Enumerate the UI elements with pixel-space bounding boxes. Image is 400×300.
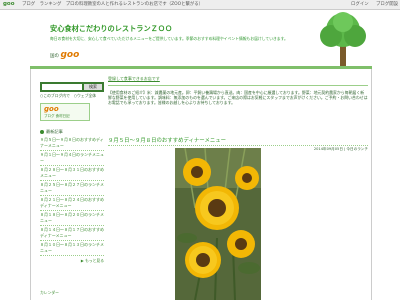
recent-post-link[interactable]: ８月１４日〜８月１７日のおすすめディナーメニュー (40, 226, 104, 241)
goo-blog-banner[interactable]: goo ブログ 食材日記 (40, 103, 90, 121)
search-scope-options[interactable]: ○このブログ内で ○ウェブ全体 (40, 93, 104, 99)
sunflower-large (195, 186, 239, 230)
recent-posts-heading: 最新記事 (40, 128, 104, 136)
recent-post-link[interactable]: ９月５日〜９月８日のおすすめディナーメニュー (40, 136, 104, 151)
more-posts-link[interactable]: ▶ もっと見る (40, 258, 104, 264)
frame-border-right (371, 69, 372, 300)
sidebar: 検索 ○このブログ内で ○ウェブ全体 goo ブログ 食材日記 最新記事 ９月５… (40, 82, 104, 264)
goo-logo-prefix: 国の (50, 54, 59, 59)
goo-logo[interactable]: 国の goo (50, 50, 79, 60)
sunflower-right (235, 166, 259, 190)
login-link[interactable]: ログイン (351, 2, 369, 7)
site-description: 毎日の食材を大切に、安心して食べていただけるメニューをご提供しています。季節のお… (50, 36, 288, 41)
post-title[interactable]: ９月５日〜９月８日のおすすめディナーメニュー (108, 136, 368, 146)
sunflower-photo (175, 148, 261, 300)
topbar-links: ログイン ブログ開設 (345, 0, 398, 9)
bullet-icon (40, 130, 44, 134)
banner-brand: goo (44, 105, 59, 113)
sidebar-bottom-label: カレンダー (40, 290, 59, 295)
blog-create-link[interactable]: ブログ開設 (376, 2, 398, 7)
site-title[interactable]: 安心食材こだわりのレストランＺＯＯ (50, 24, 172, 34)
tree-illustration-icon (320, 12, 366, 68)
top-navigation-bar: goo ブログ ランキング プロの料理教室の人と作れるレストランのお店です（ZO… (0, 0, 400, 10)
header-divider (30, 66, 372, 69)
sunflower-bottom (185, 242, 221, 278)
search-box: 検索 (40, 82, 104, 92)
recent-posts-heading-label: 最新記事 (46, 129, 63, 134)
recent-post-link[interactable]: ８月２５日〜８月２７日のランチメニュー (40, 181, 104, 196)
recent-post-link[interactable]: ８月１０日〜８月１３日のランチメニュー (40, 241, 104, 256)
recent-post-link[interactable]: ８月１８日〜８月２０日のランチメニュー (40, 211, 104, 226)
topbar-text: ブログ ランキング プロの料理教室の人と作れるレストランのお店です（ZOOと繋が… (22, 2, 204, 7)
search-input[interactable] (42, 84, 82, 90)
goo-logo-small[interactable]: goo (3, 1, 15, 8)
banner-subtitle: ブログ 食材日記 (44, 114, 70, 118)
sunflower-bottom-right (227, 230, 255, 258)
recent-post-link[interactable]: ８月２８日〜８月３１日のおすすめメニュー (40, 166, 104, 181)
ingredient-notice: 【使用食材のご紹介】米：減農薬の地元産。卵：平飼い養鶏場から直送。肉：国産を中心… (108, 90, 368, 106)
blog-header: 安心食材こだわりのレストランＺＯＯ 毎日の食材を大切に、安心して食べていただける… (30, 10, 372, 68)
frame-border-left (30, 69, 31, 300)
recent-post-link[interactable]: ８月２１日〜８月２４日のおすすめディナーメニュー (40, 196, 104, 211)
content-divider (108, 85, 368, 86)
subscribe-link[interactable]: 登録して食事できるお店です (108, 76, 368, 82)
goo-logo-brand: goo (60, 50, 80, 60)
recent-post-link[interactable]: ９月１日〜９月４日のランチメニュー (40, 151, 104, 166)
sunflower-top (183, 158, 211, 186)
search-button[interactable]: 検索 (84, 84, 102, 90)
main-content: 登録して食事できるお店です 【使用食材のご紹介】米：減農薬の地元産。卵：平飼い養… (108, 76, 368, 153)
